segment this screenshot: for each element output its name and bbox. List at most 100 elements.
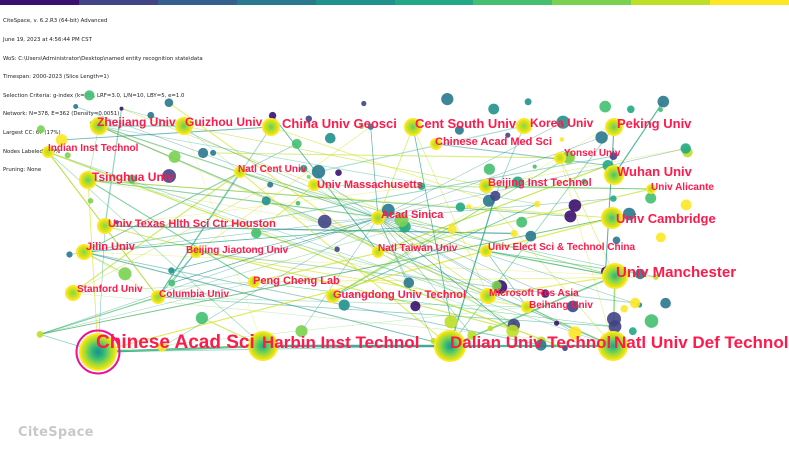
node-label-univ-alicante: Univ Alicante — [651, 182, 714, 193]
node-ring — [612, 125, 616, 129]
node-ring — [522, 124, 526, 128]
node-ring — [312, 183, 316, 187]
minor-node — [261, 196, 271, 206]
network-edge — [39, 296, 159, 335]
minor-node — [620, 305, 628, 313]
node-label-indian-inst-technol: Indian Inst Technol — [48, 143, 139, 154]
minor-node — [466, 204, 472, 210]
node-label-natl-cent-univ: Natl Cent Univ — [238, 164, 307, 175]
minor-node — [403, 277, 415, 289]
node-label-guizhou-univ: Guizhou Univ — [185, 115, 263, 129]
node-label-cent-south-univ: Cent South Univ — [415, 116, 517, 131]
node-label-peking-univ: Peking Univ — [617, 116, 692, 131]
minor-node — [168, 279, 176, 287]
minor-node — [645, 192, 657, 204]
minor-node — [610, 195, 617, 202]
node-label-chinese-acad-sci: Chinese Acad Sci — [96, 332, 255, 353]
minor-node — [568, 199, 582, 212]
node-label-dalian-univ-technol: Dalian Univ Technol — [450, 333, 612, 352]
node-label-chinese-acad-med-sci: Chinese Acad Med Sci — [435, 136, 552, 148]
node-label-univ-cambridge: Univ Cambridge — [616, 211, 716, 226]
minor-node — [525, 230, 537, 242]
minor-node — [524, 98, 532, 106]
minor-node — [306, 174, 311, 179]
node-ring — [376, 216, 380, 220]
minor-node — [84, 90, 95, 101]
network-edge — [370, 126, 379, 219]
minor-node — [447, 224, 457, 234]
minor-node — [629, 297, 641, 309]
minor-node — [487, 325, 494, 332]
minor-node — [680, 143, 691, 154]
network-edge — [72, 171, 241, 294]
minor-node — [658, 107, 663, 113]
minor-node — [627, 105, 635, 114]
minor-node — [267, 181, 274, 188]
minor-node — [564, 210, 577, 223]
minor-node — [516, 216, 528, 228]
node-label-microsoft-res-asia: Microsoft Res Asia — [489, 288, 579, 299]
minor-node — [36, 125, 45, 134]
minor-node — [334, 246, 340, 252]
minor-node — [410, 301, 421, 312]
minor-node — [36, 331, 44, 338]
minor-node — [441, 93, 454, 106]
minor-node — [87, 198, 94, 204]
minor-node — [335, 169, 342, 176]
node-label-univ-elect-sci-technol-china: Univ Elect Sci & Technol China — [488, 242, 636, 253]
network-edge — [87, 179, 99, 353]
minor-node — [210, 149, 217, 156]
minor-node — [73, 104, 79, 109]
node-label-beijing-jiaotong-univ: Beijing Jiaotong Univ — [186, 245, 289, 256]
node-ring — [86, 178, 90, 182]
node-china-univ-geosci[interactable] — [262, 118, 280, 136]
minor-node — [680, 199, 692, 211]
node-label-beihang-univ: Beihang Univ — [529, 300, 593, 311]
node-label-tsinghua-univ: Tsinghua Univ — [92, 170, 174, 184]
minor-node — [66, 251, 73, 258]
minor-node — [595, 131, 608, 144]
minor-node — [164, 98, 174, 107]
node-ring — [610, 216, 614, 220]
node-ring — [269, 125, 273, 129]
node-label-natl-univ-def-technol: Natl Univ Def Technol — [614, 333, 789, 352]
node-label-korea-univ: Korea Univ — [530, 116, 594, 130]
node-ring — [103, 224, 107, 228]
node-label-guangdong-univ-technol: Guangdong Univ Technol — [333, 289, 467, 301]
node-ring — [558, 156, 562, 160]
citespace-logo: CiteSpace — [18, 425, 94, 440]
minor-node — [660, 297, 671, 309]
minor-node — [361, 100, 367, 107]
node-label-zhejiang-univ: Zhejiang Univ — [97, 115, 176, 129]
network-edge — [318, 125, 525, 173]
node-label-columbia-univ: Columbia Univ — [159, 289, 230, 300]
minor-node — [444, 315, 458, 329]
node-label-univ-texas-hlth-sci-ctr-houston: Univ Texas Hlth Sci Ctr Houston — [108, 218, 276, 230]
minor-node — [317, 214, 332, 229]
minor-node — [455, 202, 466, 212]
minor-node — [195, 311, 208, 325]
minor-node — [644, 314, 659, 328]
minor-node — [311, 165, 326, 179]
node-label-univ-massachusetts: Univ Massachusetts — [317, 179, 423, 191]
minor-node — [532, 164, 537, 169]
node-label-peng-cheng-lab: Peng Cheng Lab — [253, 275, 340, 287]
minor-node — [295, 201, 301, 206]
minor-node — [325, 132, 336, 144]
minor-node — [655, 232, 666, 243]
minor-node — [510, 229, 518, 238]
minor-node — [599, 100, 611, 113]
node-ring — [71, 291, 75, 295]
node-label-china-univ-geosci: China Univ Geosci — [282, 116, 397, 131]
minor-node — [657, 95, 670, 108]
minor-node — [554, 320, 560, 326]
minor-node — [168, 267, 175, 274]
minor-node — [198, 147, 209, 159]
minor-node — [534, 200, 541, 208]
minor-node — [490, 190, 501, 201]
minor-node — [168, 150, 181, 163]
node-label-wuhan-univ: Wuhan Univ — [617, 164, 692, 179]
node-label-stanford-univ: Stanford Univ — [77, 284, 143, 295]
minor-node — [483, 163, 495, 175]
node-label-harbin-inst-technol: Harbin Inst Technol — [262, 333, 420, 352]
